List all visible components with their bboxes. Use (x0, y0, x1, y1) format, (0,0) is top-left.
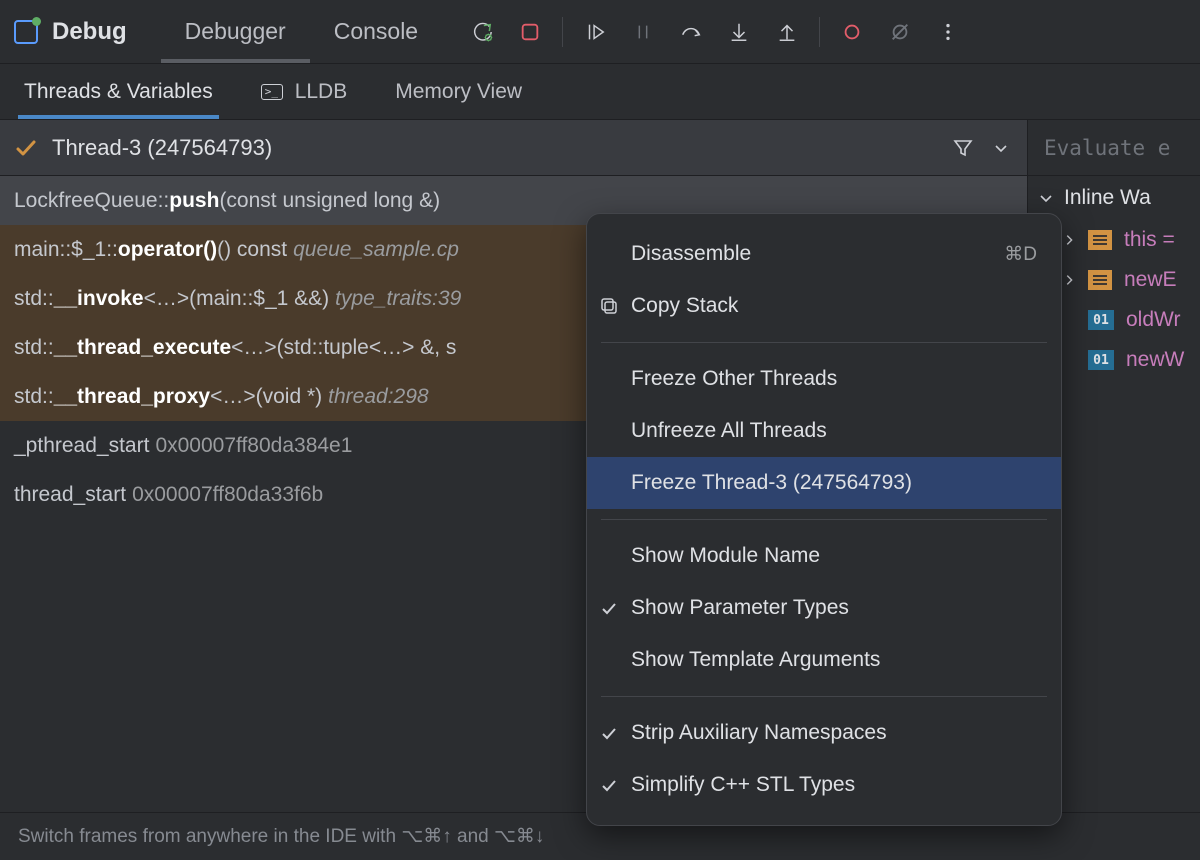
ctx-show-parameter-types[interactable]: Show Parameter Types (587, 582, 1061, 634)
chevron-down-icon (1038, 190, 1054, 206)
sub-tab-threads-variables[interactable]: Threads & Variables (18, 66, 219, 118)
ctx-strip-aux-ns[interactable]: Strip Auxiliary Namespaces (587, 707, 1061, 759)
object-icon (1088, 230, 1112, 250)
rerun-button[interactable] (460, 10, 504, 54)
panel-title: Debug (52, 18, 127, 46)
tip-text: Switch frames from anywhere in the IDE w… (18, 825, 544, 848)
filter-icon[interactable] (951, 136, 975, 160)
debug-header: Debug Debugger Console (0, 0, 1200, 64)
ctx-copy-stack[interactable]: Copy Stack (587, 280, 1061, 332)
check-icon (600, 599, 618, 617)
more-options-button[interactable] (926, 10, 970, 54)
menu-separator (601, 696, 1047, 697)
evaluate-input[interactable]: Evaluate e (1028, 120, 1200, 176)
sub-tab-memory-view[interactable]: Memory View (389, 66, 528, 118)
check-icon (600, 724, 618, 742)
number-icon: 01 (1088, 310, 1114, 330)
close-icon[interactable] (1002, 828, 1182, 846)
chevron-down-icon[interactable] (989, 136, 1013, 160)
section-title: Inline Wa (1064, 186, 1151, 210)
top-tabs: Debugger Console (161, 1, 442, 62)
copy-icon (599, 296, 619, 316)
step-into-button[interactable] (717, 10, 761, 54)
chevron-right-icon (1062, 273, 1076, 287)
object-icon (1088, 270, 1112, 290)
thread-status-icon (14, 136, 38, 160)
resume-button[interactable] (573, 10, 617, 54)
debug-window-icon (14, 20, 38, 44)
thread-selector[interactable]: Thread-3 (247564793) (0, 120, 1027, 176)
ctx-freeze-other[interactable]: Freeze Other Threads (587, 353, 1061, 405)
ctx-show-template-args[interactable]: Show Template Arguments (587, 634, 1061, 686)
pause-button[interactable] (621, 10, 665, 54)
shortcut-label: ⌘D (1004, 243, 1037, 266)
variable-name: newE (1124, 268, 1177, 292)
step-over-button[interactable] (669, 10, 713, 54)
variable-name: newW (1126, 348, 1184, 372)
variable-name: this = (1124, 228, 1175, 252)
tab-console[interactable]: Console (310, 1, 442, 62)
terminal-icon (261, 84, 283, 100)
toolbar-divider (562, 17, 563, 47)
chevron-right-icon (1062, 233, 1076, 247)
menu-separator (601, 342, 1047, 343)
ctx-simplify-stl[interactable]: Simplify C++ STL Types (587, 759, 1061, 811)
variable-name: oldWr (1126, 308, 1180, 332)
ctx-show-module-name[interactable]: Show Module Name (587, 530, 1061, 582)
sub-tab-lldb-label: LLDB (295, 80, 348, 104)
stop-button[interactable] (508, 10, 552, 54)
thread-name: Thread-3 (247564793) (52, 135, 937, 161)
sub-tabs: Threads & Variables LLDB Memory View (0, 64, 1200, 120)
view-breakpoints-button[interactable] (830, 10, 874, 54)
step-out-button[interactable] (765, 10, 809, 54)
context-menu: Disassemble ⌘D Copy Stack Freeze Other T… (586, 213, 1062, 826)
check-icon (600, 776, 618, 794)
mute-breakpoints-button[interactable] (878, 10, 922, 54)
ctx-freeze-thread[interactable]: Freeze Thread-3 (247564793) (587, 457, 1061, 509)
sub-tab-lldb[interactable]: LLDB (255, 66, 354, 118)
ctx-disassemble[interactable]: Disassemble ⌘D (587, 228, 1061, 280)
toolbar-divider-2 (819, 17, 820, 47)
menu-separator (601, 519, 1047, 520)
ctx-unfreeze-all[interactable]: Unfreeze All Threads (587, 405, 1061, 457)
number-icon: 01 (1088, 350, 1114, 370)
debug-toolbar (460, 10, 970, 54)
tab-debugger[interactable]: Debugger (161, 1, 310, 62)
